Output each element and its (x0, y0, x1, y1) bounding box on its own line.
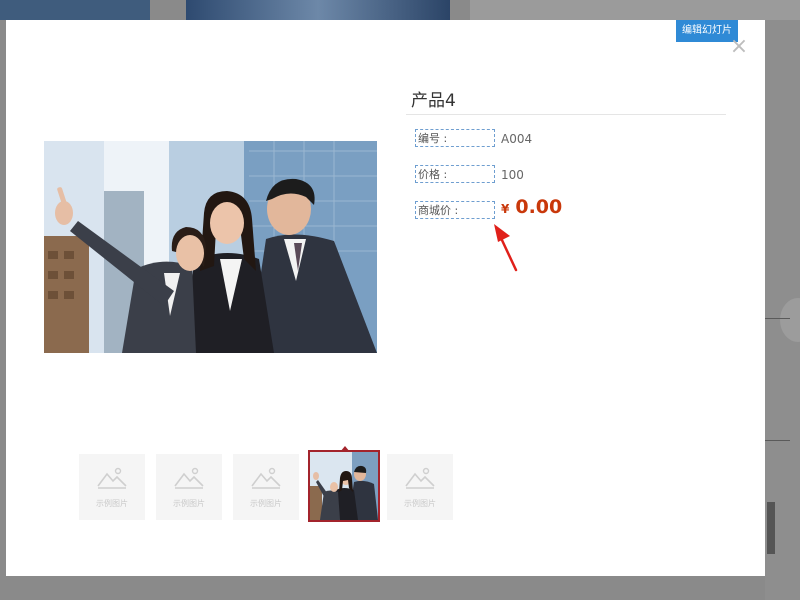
image-placeholder-icon (174, 467, 204, 489)
product-photo-thumbnail (310, 452, 378, 520)
thumbnail-caption: 示例图片 (250, 499, 282, 508)
product-code-value: A004 (501, 132, 533, 146)
currency-symbol: ¥ (501, 202, 510, 216)
product-price-label: 价格 : (415, 165, 495, 183)
product-preview-dialog: 编辑幻灯片 × 产品4 编号: A004 价格: 100 商城价: ¥ 0… (6, 20, 765, 576)
thumbnail-item[interactable]: 示例图片 (79, 454, 145, 520)
annotation-arrow-icon (494, 224, 518, 272)
mall-price-row: 商城价 : ¥0.00 (415, 198, 715, 223)
product-price-row: 价格 : 100 (415, 165, 715, 187)
thumbnail-item-selected[interactable] (308, 450, 380, 522)
background-divider (765, 440, 790, 441)
thumbnail-caption: 示例图片 (96, 499, 128, 508)
product-price-value: 100 (501, 168, 524, 182)
thumbnail-caption: 示例图片 (404, 499, 436, 508)
product-main-image (44, 141, 377, 353)
background-divider (765, 318, 790, 319)
mall-price-value: ¥0.00 (501, 198, 562, 218)
image-placeholder-icon (251, 467, 281, 489)
product-code-label: 编号 : (415, 129, 495, 147)
background-dark-block (767, 502, 775, 554)
close-icon[interactable]: × (728, 36, 750, 58)
thumbnail-item[interactable]: 示例图片 (387, 454, 453, 520)
title-divider (406, 114, 726, 115)
thumbnail-item[interactable]: 示例图片 (233, 454, 299, 520)
product-title: 产品4 (411, 91, 456, 111)
thumbnail-caption: 示例图片 (173, 499, 205, 508)
mall-price-label: 商城价 : (415, 201, 495, 219)
background-banner-right (470, 0, 800, 20)
mall-price-amount: 0.00 (515, 196, 563, 218)
image-placeholder-icon (405, 467, 435, 489)
background-banner-center (186, 0, 450, 20)
thumbnail-item[interactable]: 示例图片 (156, 454, 222, 520)
thumbnail-strip: 示例图片 示例图片 示例图片 示例图片 (79, 446, 459, 522)
background-banner-left (0, 0, 150, 20)
product-code-row: 编号 : A004 (415, 129, 715, 151)
image-placeholder-icon (97, 467, 127, 489)
